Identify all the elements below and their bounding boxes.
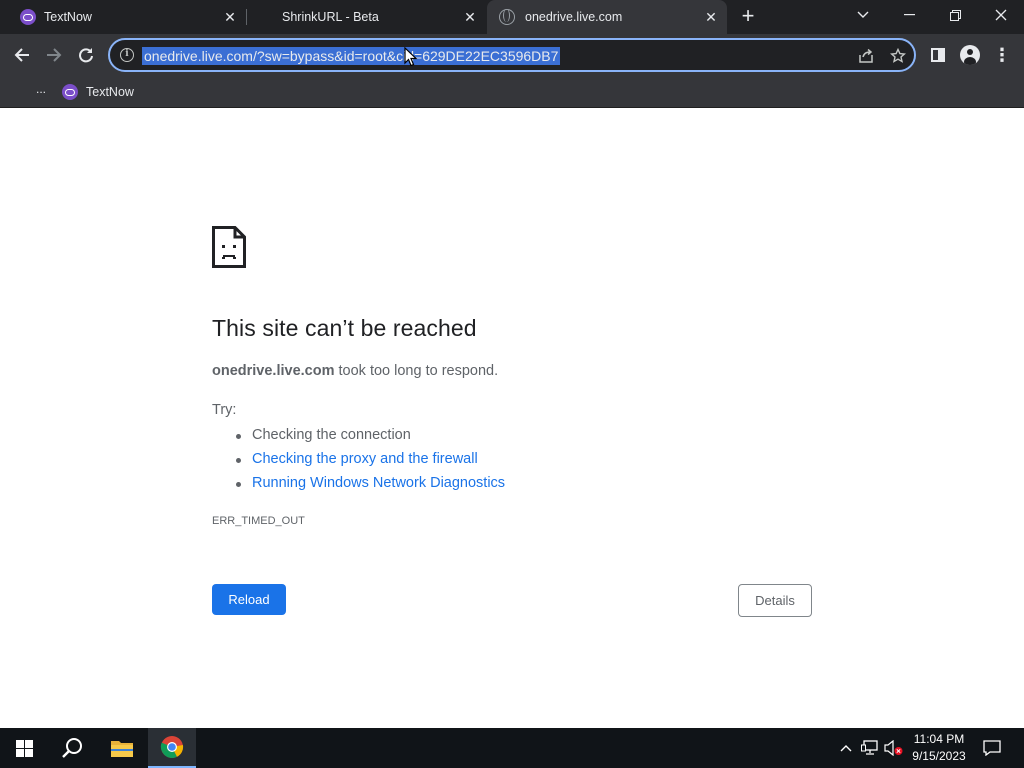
forward-button[interactable] <box>40 41 68 69</box>
error-code: ERR_TIMED_OUT <box>212 515 305 527</box>
tab-title: TextNow <box>44 10 92 24</box>
volume-muted-icon[interactable] <box>884 738 904 758</box>
minimize-button[interactable] <box>886 0 932 30</box>
textnow-logo-icon <box>62 84 78 100</box>
close-icon[interactable]: ✕ <box>701 7 721 27</box>
windows-start-button[interactable] <box>0 728 48 768</box>
tab-onedrive[interactable]: onedrive.live.com ✕ <box>487 0 727 34</box>
close-icon[interactable]: ✕ <box>220 7 240 27</box>
address-url[interactable]: onedrive.live.com/?sw=bypass&id=root&cid… <box>142 47 561 65</box>
clock-date: 9/15/2023 <box>912 749 966 763</box>
address-bar[interactable]: i onedrive.live.com/?sw=bypass&id=root&c… <box>108 38 916 72</box>
close-icon[interactable]: ✕ <box>460 7 480 27</box>
network-icon[interactable] <box>860 738 880 758</box>
textnow-logo-icon <box>20 9 36 25</box>
tab-title: onedrive.live.com <box>525 10 623 24</box>
error-description: onedrive.live.com took too long to respo… <box>212 363 498 379</box>
page-content: This site can’t be reached onedrive.live… <box>0 109 1024 728</box>
bookmarks-more-button[interactable]: ... <box>36 82 46 96</box>
suggestion-network-diagnostics-link[interactable]: Running Windows Network Diagnostics <box>235 475 505 491</box>
chrome-icon <box>160 736 184 758</box>
site-info-icon[interactable]: i <box>120 48 134 62</box>
try-label: Try: <box>212 402 237 418</box>
error-host: onedrive.live.com <box>212 363 335 379</box>
clock-time: 11:04 PM <box>913 732 965 746</box>
browser-toolbar: i onedrive.live.com/?sw=bypass&id=root&c… <box>0 34 1024 76</box>
search-button[interactable] <box>48 728 96 768</box>
suggestion-proxy-firewall-link[interactable]: Checking the proxy and the firewall <box>236 451 478 467</box>
tab-search-chevron-icon[interactable] <box>840 0 886 30</box>
notifications-icon[interactable] <box>982 738 1002 758</box>
page-title: This site can’t be reached <box>212 315 477 341</box>
bookmarks-bar: ... TextNow <box>0 76 1024 108</box>
sad-page-icon <box>212 226 246 268</box>
new-tab-button[interactable]: + <box>736 5 760 29</box>
tab-strip: TextNow ✕ ShrinkURL - Beta ✕ onedrive.li… <box>0 0 1024 34</box>
reload-button[interactable]: Reload <box>212 584 286 615</box>
globe-icon <box>499 9 515 25</box>
bookmark-star-icon[interactable] <box>888 46 908 66</box>
error-message: took too long to respond. <box>334 363 499 379</box>
profile-icon[interactable] <box>960 45 980 65</box>
tray-overflow-chevron-icon[interactable] <box>836 738 856 758</box>
search-icon <box>62 738 82 758</box>
folder-icon <box>111 741 133 757</box>
side-panel-icon[interactable] <box>928 45 948 65</box>
restore-button[interactable] <box>932 0 978 30</box>
close-window-button[interactable] <box>978 0 1024 30</box>
bookmark-textnow[interactable]: TextNow <box>62 82 134 102</box>
file-explorer-button[interactable] <box>98 728 146 768</box>
menu-kebab-icon[interactable]: ⋮ <box>992 45 1012 65</box>
tab-textnow[interactable]: TextNow ✕ <box>0 0 246 34</box>
back-button[interactable] <box>8 41 36 69</box>
share-icon[interactable] <box>856 46 876 66</box>
taskbar-clock[interactable]: 11:04 PM 9/15/2023 <box>906 731 972 765</box>
bookmark-label: TextNow <box>86 85 134 99</box>
reload-icon[interactable] <box>72 41 100 69</box>
suggestion-check-connection: Checking the connection <box>236 427 411 443</box>
tab-shrinkurl[interactable]: ShrinkURL - Beta ✕ <box>248 0 486 34</box>
windows-logo-icon <box>15 739 33 757</box>
mouse-cursor-icon <box>404 47 418 67</box>
chrome-taskbar-button[interactable] <box>148 728 196 768</box>
windows-taskbar: 11:04 PM 9/15/2023 <box>0 728 1024 768</box>
tab-separator <box>246 9 247 25</box>
details-button[interactable]: Details <box>738 584 812 617</box>
tab-title: ShrinkURL - Beta <box>282 10 379 24</box>
